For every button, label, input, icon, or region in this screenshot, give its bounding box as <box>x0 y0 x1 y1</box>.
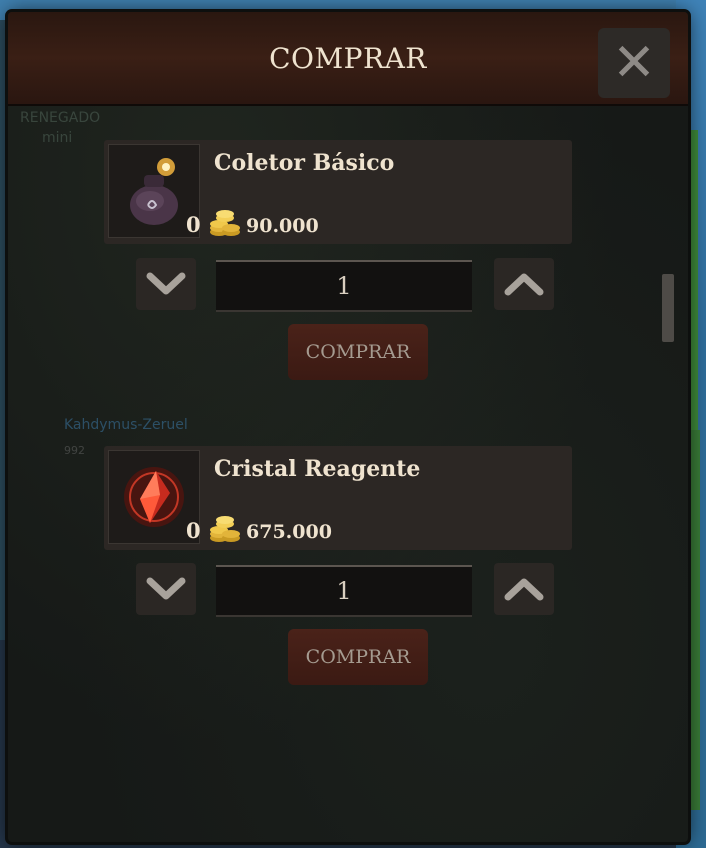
owned-count: 0 <box>186 212 201 237</box>
decrease-quantity-button[interactable] <box>136 563 196 615</box>
item-price: 675.000 <box>246 521 332 543</box>
background-player-tag: 992 <box>64 444 85 457</box>
chevron-down-icon <box>146 272 186 295</box>
buy-button[interactable]: COMPRAR <box>288 324 428 380</box>
increase-quantity-button[interactable] <box>494 258 554 310</box>
background-name-label: mini <box>42 130 73 146</box>
buy-dialog: COMPRAR ✕ RENEGADO mini Kahdymus-Zeruel … <box>8 12 688 842</box>
background-player-name: Kahdymus-Zeruel <box>64 417 188 433</box>
shop-item-card: Coletor Básico 0 90.000 <box>104 140 572 244</box>
decrease-quantity-button[interactable] <box>136 258 196 310</box>
close-button[interactable]: ✕ <box>598 28 670 98</box>
buy-button[interactable]: COMPRAR <box>288 629 428 685</box>
owned-count: 0 <box>186 518 201 543</box>
pouch-icon <box>130 158 178 225</box>
scrollbar-thumb[interactable] <box>662 274 674 342</box>
quantity-stepper: 1 <box>136 258 566 312</box>
red-crystal-icon <box>124 467 184 527</box>
shop-item-card: Cristal Reagente 0 675.000 <box>104 446 572 550</box>
quantity-stepper: 1 <box>136 563 566 617</box>
quantity-input[interactable]: 1 <box>216 260 472 312</box>
gold-coins-icon <box>210 210 240 236</box>
item-price: 90.000 <box>246 215 319 237</box>
quantity-input[interactable]: 1 <box>216 565 472 617</box>
gold-coins-icon <box>210 516 240 542</box>
item-name: Cristal Reagente <box>214 456 421 482</box>
dialog-header: COMPRAR ✕ <box>8 12 688 106</box>
chevron-up-icon <box>504 273 544 296</box>
chevron-down-icon <box>146 577 186 600</box>
chevron-up-icon <box>504 578 544 601</box>
background-guild-label: RENEGADO <box>20 110 101 126</box>
item-name: Coletor Básico <box>214 150 395 176</box>
close-icon: ✕ <box>612 33 656 93</box>
increase-quantity-button[interactable] <box>494 563 554 615</box>
dialog-title: COMPRAR <box>269 42 427 75</box>
